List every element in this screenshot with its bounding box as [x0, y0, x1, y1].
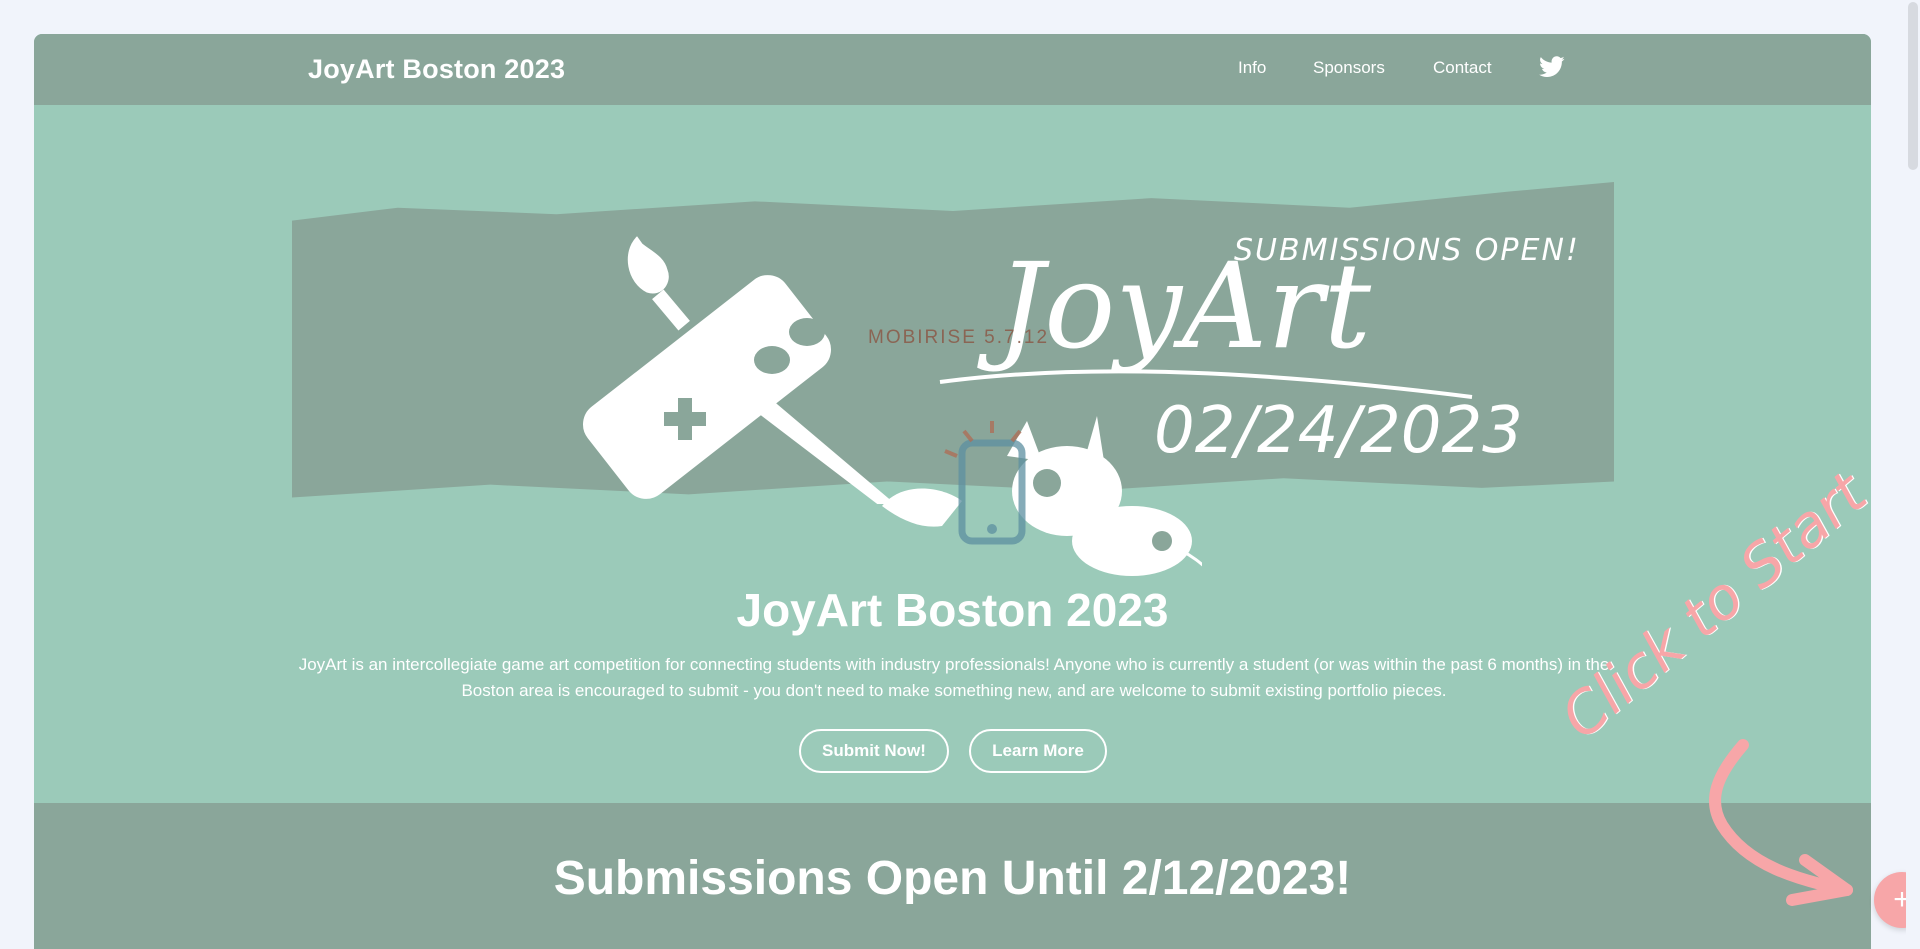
submissions-title: Submissions Open Until 2/12/2023!	[553, 852, 1352, 905]
banner-tagline: SUBMISSIONS OPEN!	[1234, 233, 1580, 268]
hero-description: JoyArt is an intercollegiate game art co…	[298, 655, 1610, 700]
learn-more-button[interactable]: Learn More	[969, 729, 1107, 773]
submissions-section: Submissions Open Until 2/12/2023!	[34, 803, 1871, 949]
submit-now-button[interactable]: Submit Now!	[799, 729, 949, 773]
nav-sponsors[interactable]: Sponsors	[1313, 58, 1385, 78]
banner-date: 02/24/2023	[1154, 394, 1523, 468]
page-frame: JoyArt Boston 2023 Info Sponsors Contact	[34, 34, 1871, 949]
mobirise-watermark: MOBIRISE 5.7.12	[868, 327, 1050, 348]
nav-info[interactable]: Info	[1238, 58, 1266, 78]
scrollbar[interactable]	[1906, 0, 1920, 949]
brand-logo[interactable]: JoyArt Boston 2023	[308, 54, 565, 85]
hero-title: JoyArt Boston 2023	[736, 584, 1169, 636]
twitter-icon[interactable]	[1539, 56, 1565, 78]
scrollbar-thumb[interactable]	[1908, 2, 1918, 170]
nav-contact[interactable]: Contact	[1433, 58, 1492, 78]
fox-mascot-image	[882, 416, 1202, 576]
navbar: JoyArt Boston 2023 Info Sponsors Contact	[34, 34, 1871, 105]
